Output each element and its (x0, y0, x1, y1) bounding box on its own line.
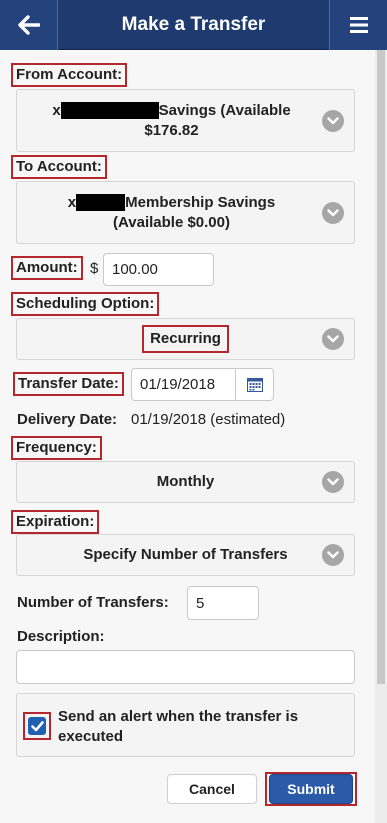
alert-label-line1: Send an alert when the transfer is (58, 708, 299, 725)
from-account-value: x Savings (Available $176.82 (17, 90, 306, 151)
number-of-transfers-label: Number of Transfers: (17, 594, 169, 611)
delivery-date-value: 01/19/2018 (estimated) (131, 411, 286, 428)
calendar-icon (246, 377, 263, 392)
expiration-wrapper: Specify Number of Transfers (17, 535, 306, 575)
scheduling-option-select[interactable]: Recurring (16, 318, 355, 360)
scrollbar-thumb[interactable] (377, 50, 385, 684)
to-account-value: x Membership Savings (Available $0.00) (17, 182, 306, 243)
expiration-value: Specify Number of Transfers (83, 546, 288, 563)
chevron-down-icon (322, 201, 344, 224)
checkmark-icon (30, 720, 44, 731)
arrow-left-icon (17, 15, 40, 35)
hamburger-menu-icon (349, 17, 368, 33)
scheduling-option-value: Recurring (142, 325, 229, 353)
from-account-name: Savings (Available (158, 101, 291, 119)
description-label: Description: (17, 628, 105, 645)
menu-button[interactable] (329, 0, 387, 50)
page-title: Make a Transfer (121, 14, 266, 35)
frequency-value: Monthly (156, 473, 215, 490)
number-of-transfers-input[interactable]: 5 (187, 586, 259, 620)
scrollbar[interactable] (375, 50, 387, 823)
cancel-button[interactable]: Cancel (167, 774, 257, 804)
app-header: Make a Transfer (0, 0, 387, 50)
to-account-label: To Account: (11, 155, 107, 179)
to-account-name: Membership Savings (125, 193, 276, 211)
expiration-select[interactable]: Specify Number of Transfers (16, 534, 355, 576)
transfer-date-label: Transfer Date: (13, 372, 124, 396)
back-button[interactable] (0, 0, 58, 50)
alert-option-box: Send an alert when the transfer is execu… (16, 693, 355, 757)
transfer-date-value: 01/19/2018 (140, 376, 216, 393)
amount-input[interactable]: 100.00 (103, 253, 214, 286)
description-input[interactable] (16, 650, 355, 684)
frequency-wrapper: Monthly (17, 462, 306, 502)
to-account-balance: (Available $0.00) (112, 213, 230, 231)
frequency-label: Frequency: (11, 436, 102, 460)
to-account-select[interactable]: x Membership Savings (Available $0.00) (16, 181, 355, 244)
to-account-prefix: x (67, 193, 77, 211)
from-account-balance: $176.82 (144, 121, 199, 139)
alert-label[interactable]: Send an alert when the transfer is execu… (58, 707, 298, 747)
transfer-date-input[interactable]: 01/19/2018 (131, 368, 274, 401)
alert-checkbox-highlight (23, 712, 51, 740)
scheduling-option-wrapper: Recurring (17, 319, 306, 359)
chevron-down-icon (322, 328, 344, 350)
amount-label: Amount: (11, 256, 83, 280)
calendar-button[interactable] (235, 369, 273, 400)
chevron-down-icon (322, 471, 344, 493)
submit-button-highlight: Submit (265, 772, 357, 806)
expiration-label: Expiration: (11, 510, 100, 534)
delivery-date-label: Delivery Date: (17, 411, 118, 428)
from-account-prefix: x (52, 101, 61, 119)
alert-label-line2: executed (58, 728, 124, 745)
redacted-account-number (76, 194, 126, 212)
currency-symbol: $ (90, 260, 99, 277)
redacted-account-number (60, 102, 159, 120)
from-account-select[interactable]: x Savings (Available $176.82 (16, 89, 355, 152)
from-account-label: From Account: (11, 63, 128, 87)
alert-checkbox[interactable] (28, 717, 46, 735)
submit-button[interactable]: Submit (269, 774, 353, 804)
chevron-down-icon (322, 109, 344, 132)
frequency-select[interactable]: Monthly (16, 461, 355, 503)
scheduling-option-label: Scheduling Option: (11, 292, 160, 316)
chevron-down-icon (322, 544, 344, 566)
